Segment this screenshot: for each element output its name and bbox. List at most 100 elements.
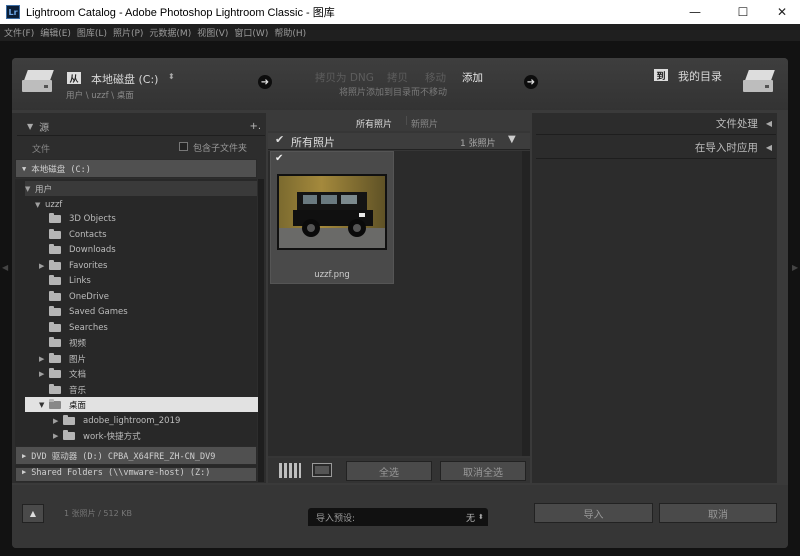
- folder-icon: [63, 414, 75, 425]
- source-dropdown-icon[interactable]: ⬍: [168, 72, 175, 81]
- loupe-view-icon[interactable]: [312, 463, 332, 477]
- photo-checkmark-icon[interactable]: ✔: [275, 153, 283, 164]
- users-label: 用户: [35, 184, 53, 195]
- folder-pictures[interactable]: ▶ 图片: [39, 351, 86, 366]
- folder-links[interactable]: Links: [39, 273, 91, 288]
- apply-on-import-header[interactable]: 在导入时应用 ◀: [536, 137, 776, 159]
- import-button[interactable]: 导入: [534, 503, 653, 523]
- collapse-triangle-icon[interactable]: ▼: [27, 122, 33, 131]
- drive-c-row[interactable]: ▼ 本地磁盘 (C:): [15, 159, 257, 178]
- source-drive-icon: [22, 70, 56, 94]
- grid-area: ✔ uzzf.png: [268, 151, 530, 456]
- menu-edit[interactable]: 编辑(E): [40, 26, 71, 39]
- to-badge: 到: [654, 69, 668, 82]
- uncheck-all-button[interactable]: 取消全选: [440, 461, 526, 481]
- folder-icon: [49, 336, 61, 347]
- import-preset-value[interactable]: 无: [466, 511, 475, 524]
- folder-videos[interactable]: 视频: [39, 335, 86, 350]
- folder-3d-objects[interactable]: 3D Objects: [39, 211, 116, 226]
- menu-view[interactable]: 视图(V): [197, 26, 228, 39]
- menu-photo[interactable]: 照片(P): [113, 26, 143, 39]
- lightroom-app-icon: Lr: [6, 5, 20, 19]
- drive-z-row[interactable]: ▶ Shared Folders (\\vmware-host) (Z:): [15, 467, 257, 482]
- include-subfolders-checkbox[interactable]: [179, 142, 188, 151]
- tab-all-photos[interactable]: 所有照片: [356, 117, 392, 130]
- photo-count: 1 张照片: [460, 139, 496, 149]
- destination-name[interactable]: 我的目录: [678, 68, 722, 84]
- expand-triangle-icon: ▶: [22, 451, 27, 460]
- collapse-left-icon[interactable]: ◀: [766, 119, 772, 128]
- folder-onedrive[interactable]: OneDrive: [39, 289, 109, 304]
- mode-hint: 将照片添加到目录而不移动: [339, 88, 448, 98]
- tree-scrollbar[interactable]: [258, 179, 264, 482]
- folder-music[interactable]: 音乐: [39, 382, 86, 397]
- folder-saved-games[interactable]: Saved Games: [39, 304, 128, 319]
- folder-adobe-lightroom[interactable]: ▶ adobe_lightroom_2019: [53, 413, 180, 428]
- menu-window[interactable]: 窗口(W): [234, 26, 268, 39]
- mode-copy-dng[interactable]: 拷贝为 DNG: [315, 70, 374, 85]
- tree-row-users[interactable]: ▼ 用户: [25, 181, 257, 196]
- tree-row-uzzf[interactable]: ▼ uzzf: [35, 197, 62, 212]
- import-footer: ▲ 1 张照片 / 512 KB 导入预设: 无 ⬍ 导入 取消: [12, 485, 788, 548]
- source-path: 用户 \ uzzf \ 桌面: [66, 91, 134, 101]
- menu-file[interactable]: 文件(F): [4, 26, 34, 39]
- include-subfolders-label: 包含子文件夹: [193, 144, 248, 154]
- right-collapse-icon[interactable]: ▶: [792, 263, 798, 272]
- mode-copy[interactable]: 拷贝: [387, 70, 408, 85]
- file-handling-header[interactable]: 文件处理 ◀: [536, 113, 776, 135]
- close-button[interactable]: ✕: [767, 0, 797, 24]
- folder-icon: [49, 398, 61, 409]
- folder-downloads[interactable]: Downloads: [39, 242, 116, 257]
- photo-filename: uzzf.png: [314, 270, 350, 280]
- drive-d-row[interactable]: ▶ DVD 驱动器 (D:) CPBA_X64FRE_ZH-CN_DV9: [15, 446, 257, 465]
- grid-view-icon[interactable]: [279, 463, 301, 478]
- add-source-icon[interactable]: +.: [249, 121, 261, 132]
- folder-icon: [49, 367, 61, 378]
- source-drive-name[interactable]: 本地磁盘 (C:): [91, 71, 158, 87]
- photo-thumbnail: [277, 174, 387, 250]
- source-panel-title: 源: [39, 123, 50, 134]
- sort-dropdown-icon[interactable]: ▼: [508, 134, 516, 145]
- from-badge: 从: [67, 72, 81, 85]
- menu-metadata[interactable]: 元数据(M): [149, 26, 191, 39]
- mode-move[interactable]: 移动: [425, 70, 446, 85]
- collapse-up-icon[interactable]: ▲: [22, 504, 44, 523]
- tab-new-photos[interactable]: 新照片: [411, 117, 438, 130]
- left-collapse-icon[interactable]: ◀: [2, 263, 8, 272]
- mode-add[interactable]: 添加: [462, 70, 483, 85]
- tab-separator: |: [405, 116, 409, 126]
- folder-favorites[interactable]: ▶ Favorites: [39, 258, 107, 273]
- folder-searches[interactable]: Searches: [39, 320, 108, 335]
- shortcut-folder-icon: [63, 429, 75, 440]
- grid-header-title: 所有照片: [291, 136, 335, 149]
- menu-bar: 文件(F) 编辑(E) 图库(L) 照片(P) 元数据(M) 视图(V) 窗口(…: [0, 24, 800, 41]
- grid-scrollbar[interactable]: [522, 151, 530, 456]
- checkmark-icon[interactable]: ✔: [275, 133, 284, 146]
- drive-d-label: DVD 驱动器 (D:) CPBA_X64FRE_ZH-CN_DV9: [31, 451, 216, 462]
- cancel-button[interactable]: 取消: [659, 503, 777, 523]
- folder-contacts[interactable]: Contacts: [39, 227, 107, 242]
- menu-library[interactable]: 图库(L): [77, 26, 107, 39]
- folder-icon: [49, 321, 61, 332]
- collapse-left-icon[interactable]: ◀: [766, 143, 772, 152]
- grid-toolbar: 全选 取消全选: [268, 458, 530, 483]
- folder-icon: [49, 259, 61, 270]
- maximize-button[interactable]: ☐: [728, 0, 758, 24]
- folder-work-shortcut[interactable]: ▶ work-快捷方式: [53, 428, 141, 443]
- photo-grid-panel: 所有照片 | 新照片 ✔ 所有照片 1 张照片 ▼ ✔ uzzf.png 全选 …: [268, 113, 530, 483]
- folder-desktop-selected[interactable]: ▼ 桌面: [25, 397, 259, 412]
- check-all-button[interactable]: 全选: [346, 461, 432, 481]
- menu-help[interactable]: 帮助(H): [274, 26, 306, 39]
- grid-tab-bar: 所有照片 | 新照片: [268, 113, 530, 131]
- photo-cell[interactable]: ✔ uzzf.png: [270, 151, 394, 284]
- minimize-button[interactable]: —: [680, 0, 710, 24]
- destination-drive-icon: [743, 70, 777, 94]
- apply-on-import-title: 在导入时应用: [694, 142, 758, 154]
- preset-dropdown-icon[interactable]: ⬍: [478, 513, 484, 521]
- arrow-right-icon-2: ➜: [524, 75, 538, 89]
- folder-icon: [49, 352, 61, 363]
- folder-tree: ▼ 用户 ▼ uzzf 3D Objects Contacts Downloads …: [15, 179, 259, 482]
- folder-documents[interactable]: ▶ 文档: [39, 366, 86, 381]
- file-handling-title: 文件处理: [715, 118, 758, 130]
- arrow-right-icon: ➜: [258, 75, 272, 89]
